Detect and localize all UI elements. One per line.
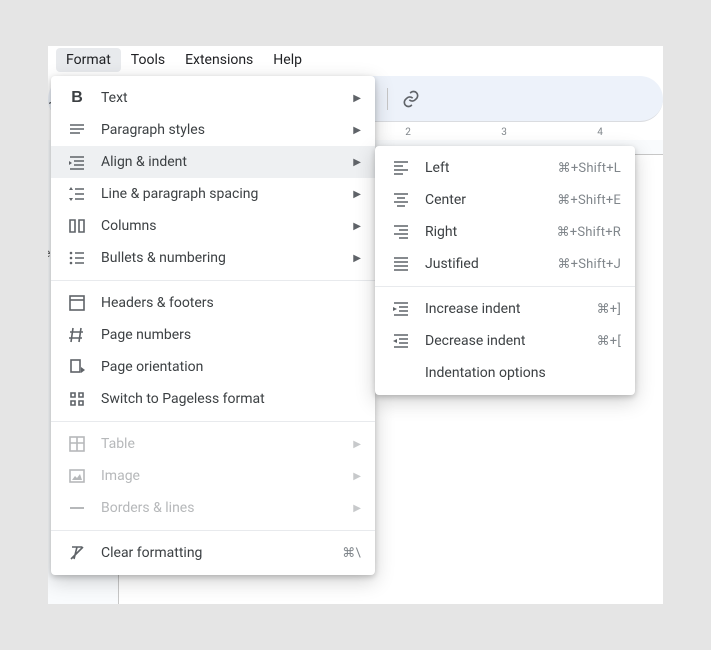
menu-label: Increase indent	[425, 301, 597, 317]
ruler-number: 2	[405, 127, 411, 138]
table-icon	[67, 434, 87, 454]
menu-help[interactable]: Help	[263, 48, 312, 72]
paragraph-icon	[67, 120, 87, 140]
menu-divider	[51, 530, 375, 531]
menu-label: Columns	[101, 218, 353, 234]
menu-item-text[interactable]: B Text ▶	[51, 82, 375, 114]
menu-item-columns[interactable]: Columns ▶	[51, 210, 375, 242]
menu-item-decrease-indent[interactable]: Decrease indent ⌘+[	[375, 325, 635, 357]
chevron-right-icon: ▶	[353, 471, 361, 482]
menu-label: Page orientation	[101, 359, 361, 375]
chevron-right-icon: ▶	[353, 253, 361, 264]
align-indent-icon	[67, 152, 87, 172]
menu-shortcut: ⌘+[	[597, 334, 621, 349]
menu-item-borders-lines: Borders & lines ▶	[51, 492, 375, 524]
separator	[387, 88, 388, 110]
menu-item-line-spacing[interactable]: Line & paragraph spacing ▶	[51, 178, 375, 210]
menu-item-align-center[interactable]: Center ⌘+Shift+E	[375, 184, 635, 216]
menu-divider	[375, 286, 635, 287]
chevron-right-icon: ▶	[353, 189, 361, 200]
format-dropdown: B Text ▶ Paragraph styles ▶ Align & inde…	[51, 76, 375, 575]
menu-item-clear-formatting[interactable]: Clear formatting ⌘\	[51, 537, 375, 569]
align-left-icon	[391, 158, 411, 178]
chevron-right-icon: ▶	[353, 93, 361, 104]
align-justify-icon	[391, 254, 411, 274]
menu-label: Line & paragraph spacing	[101, 186, 353, 202]
menu-item-headers-footers[interactable]: Headers & footers	[51, 287, 375, 319]
image-icon	[67, 466, 87, 486]
menu-bar: Format Tools Extensions Help	[48, 46, 663, 74]
menu-label: Paragraph styles	[101, 122, 353, 138]
hash-icon	[67, 325, 87, 345]
menu-label: Borders & lines	[101, 500, 353, 516]
menu-item-indentation-options[interactable]: Indentation options	[375, 357, 635, 389]
menu-item-align-left[interactable]: Left ⌘+Shift+L	[375, 152, 635, 184]
bold-icon: B	[67, 88, 87, 108]
menu-label: Bullets & numbering	[101, 250, 353, 266]
link-icon	[401, 89, 421, 109]
menu-item-paragraph-styles[interactable]: Paragraph styles ▶	[51, 114, 375, 146]
app-window: Format Tools Extensions Help − 11 + B I …	[48, 46, 663, 604]
menu-label: Right	[425, 224, 557, 240]
ruler-number: 3	[501, 127, 507, 138]
menu-label: Table	[101, 436, 353, 452]
chevron-right-icon: ▶	[353, 503, 361, 514]
menu-item-increase-indent[interactable]: Increase indent ⌘+]	[375, 293, 635, 325]
menu-item-table: Table ▶	[51, 428, 375, 460]
pageless-icon	[67, 389, 87, 409]
menu-tools[interactable]: Tools	[121, 48, 175, 72]
clear-formatting-icon	[67, 543, 87, 563]
menu-item-align-indent[interactable]: Align & indent ▶	[51, 146, 375, 178]
menu-item-page-orientation[interactable]: Page orientation	[51, 351, 375, 383]
menu-extensions[interactable]: Extensions	[175, 48, 263, 72]
menu-item-page-numbers[interactable]: Page numbers	[51, 319, 375, 351]
align-indent-submenu: Left ⌘+Shift+L Center ⌘+Shift+E Right ⌘+…	[375, 146, 635, 395]
insert-link-button[interactable]	[396, 84, 426, 114]
menu-label: Center	[425, 192, 557, 208]
increase-indent-icon	[391, 299, 411, 319]
menu-label: Page numbers	[101, 327, 361, 343]
headers-footers-icon	[67, 293, 87, 313]
list-icon	[67, 248, 87, 268]
chevron-right-icon: ▶	[353, 125, 361, 136]
chevron-right-icon: ▶	[353, 221, 361, 232]
menu-label: Text	[101, 90, 353, 106]
menu-shortcut: ⌘+Shift+E	[557, 193, 621, 208]
menu-item-bullets-numbering[interactable]: Bullets & numbering ▶	[51, 242, 375, 274]
menu-item-align-justified[interactable]: Justified ⌘+Shift+J	[375, 248, 635, 280]
menu-shortcut: ⌘\	[342, 546, 361, 561]
menu-label: Indentation options	[425, 365, 621, 381]
columns-icon	[67, 216, 87, 236]
menu-label: Switch to Pageless format	[101, 391, 361, 407]
page-orientation-icon	[67, 357, 87, 377]
menu-item-align-right[interactable]: Right ⌘+Shift+R	[375, 216, 635, 248]
menu-label: Clear formatting	[101, 545, 342, 561]
menu-label: Decrease indent	[425, 333, 597, 349]
chevron-right-icon: ▶	[353, 439, 361, 450]
menu-shortcut: ⌘+Shift+R	[557, 225, 621, 240]
menu-label: Justified	[425, 256, 557, 272]
menu-shortcut: ⌘+Shift+J	[557, 257, 621, 272]
align-center-icon	[391, 190, 411, 210]
decrease-indent-icon	[391, 331, 411, 351]
menu-item-switch-pageless[interactable]: Switch to Pageless format	[51, 383, 375, 415]
ruler-number: 4	[597, 127, 603, 138]
menu-divider	[51, 280, 375, 281]
menu-format[interactable]: Format	[56, 48, 121, 72]
menu-label: Align & indent	[101, 154, 353, 170]
blank-icon	[391, 363, 411, 383]
menu-shortcut: ⌘+]	[597, 302, 621, 317]
menu-item-image: Image ▶	[51, 460, 375, 492]
menu-label: Image	[101, 468, 353, 484]
menu-label: Left	[425, 160, 558, 176]
menu-label: Headers & footers	[101, 295, 361, 311]
line-spacing-icon	[67, 184, 87, 204]
menu-shortcut: ⌘+Shift+L	[558, 161, 621, 176]
menu-divider	[51, 421, 375, 422]
align-right-icon	[391, 222, 411, 242]
borders-icon	[67, 498, 87, 518]
chevron-right-icon: ▶	[353, 157, 361, 168]
